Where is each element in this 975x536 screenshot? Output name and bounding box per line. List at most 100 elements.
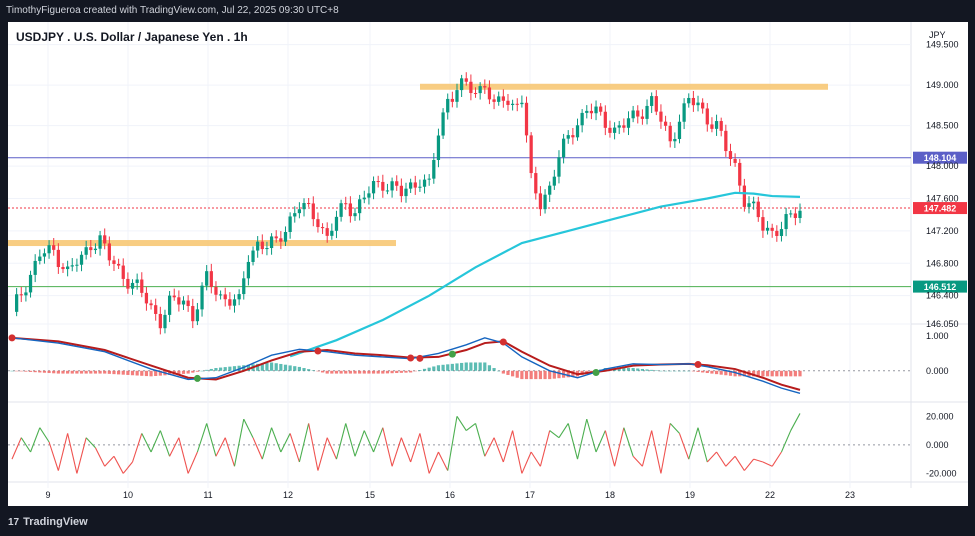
y-tick-label: 146.050: [926, 319, 959, 329]
osc-segment: [437, 451, 449, 471]
osc-segment: [57, 433, 69, 471]
candle-body: [427, 178, 431, 180]
candle-body: [42, 253, 47, 257]
y-tick-label: 147.200: [926, 226, 959, 236]
y-tick-label: 146.400: [926, 291, 959, 301]
candle-body: [84, 247, 88, 255]
macd-tick-label: 1.000: [926, 331, 949, 341]
osc-segment: [771, 451, 782, 467]
x-tick-label: 16: [445, 490, 455, 500]
osc-segment: [224, 437, 236, 467]
candle-body: [177, 297, 181, 305]
macd-histogram-bar: [793, 370, 797, 377]
macd-histogram-bar: [524, 370, 529, 380]
candle-body: [534, 173, 538, 194]
macd-histogram-bar: [70, 370, 74, 374]
candle-body: [599, 106, 603, 112]
candle-body: [789, 213, 793, 215]
candle-body: [24, 292, 28, 296]
y-tick-label: 148.000: [926, 161, 959, 171]
osc-tick-label: 0.000: [926, 440, 949, 450]
chart-svg[interactable]: 148.104147.482146.512 9 10 11 12 15 16 17 18 19 2…: [8, 22, 968, 506]
tradingview-icon: 17: [8, 517, 20, 528]
candle-body: [677, 121, 682, 139]
osc-segment: [289, 433, 300, 463]
macd-histogram-bar: [200, 370, 204, 372]
candle-body: [33, 260, 37, 275]
candle-body: [487, 87, 492, 100]
candle-body: [714, 121, 719, 129]
candle-body: [483, 86, 487, 88]
candle-body: [288, 216, 292, 232]
candle-body: [28, 274, 33, 293]
macd-histogram-bar: [770, 370, 774, 377]
macd-histogram-bar: [446, 364, 450, 371]
candle-body: [617, 125, 621, 128]
x-tick-label: 19: [685, 490, 695, 500]
candle-body: [93, 248, 98, 251]
macd-histogram-bar: [320, 370, 325, 373]
macd-histogram-bar: [492, 368, 496, 371]
candle-body: [422, 179, 427, 187]
candle-body: [441, 112, 445, 136]
macd-histogram-bar: [371, 370, 376, 374]
candle-body: [566, 135, 570, 139]
candle-body: [645, 105, 649, 119]
osc-segment: [141, 433, 152, 453]
macd-histogram-bar: [478, 362, 482, 371]
candle-body: [775, 230, 779, 236]
tradingview-logo: 17 TradingView: [8, 516, 88, 528]
macd-histogram-bar: [358, 370, 362, 374]
candle-body: [691, 97, 696, 106]
x-tick-label: 12: [283, 490, 293, 500]
candle-body: [543, 194, 547, 210]
macd-histogram-bar: [497, 370, 501, 372]
candle-body: [659, 111, 663, 122]
candle-body: [520, 102, 524, 105]
x-tick-label: 9: [45, 490, 50, 500]
macd-histogram-bar: [107, 370, 111, 374]
osc-segment: [734, 455, 745, 471]
chart-panel[interactable]: 148.104 147.482 146.512 9 10 11 12 15 16 17 18 19 2…: [8, 22, 968, 506]
osc-segment: [150, 430, 161, 453]
macd-histogram-bar: [19, 370, 23, 372]
osc-segment: [317, 437, 328, 471]
candle-body: [756, 201, 760, 218]
brand-text: TradingView: [23, 516, 88, 528]
candle-body: [608, 127, 612, 133]
macd-histogram-bar: [130, 370, 135, 376]
candle-body: [682, 103, 686, 122]
osc-segment: [762, 461, 773, 467]
candle-body: [66, 266, 70, 270]
osc-segment: [484, 437, 495, 457]
macd-histogram-bar: [798, 370, 802, 377]
candle-body: [687, 97, 691, 104]
candle-body: [116, 263, 121, 266]
candle-body: [594, 106, 598, 114]
ema-line: [289, 191, 801, 358]
candle-body: [15, 294, 19, 312]
candle-body: [103, 235, 107, 244]
candle-body: [524, 102, 529, 136]
candle-body: [56, 249, 60, 268]
candle-body: [371, 181, 376, 194]
candle-body: [510, 103, 515, 105]
candle-body: [293, 213, 297, 217]
candle-body: [223, 294, 227, 300]
candle-body: [724, 130, 728, 152]
macd-histogram-bar: [413, 370, 417, 372]
candle-body: [719, 121, 723, 131]
candle-body: [696, 102, 700, 106]
candle-body: [135, 279, 139, 283]
candle-body: [668, 125, 672, 142]
candle-body: [260, 241, 264, 250]
macd-histogram-bar: [557, 370, 561, 379]
macd-histogram-bar: [362, 370, 366, 374]
macd-histogram-bar: [483, 362, 487, 371]
macd-histogram-bar: [464, 362, 468, 371]
macd-histogram-bar: [283, 364, 288, 371]
macd-histogram-bar: [144, 370, 149, 377]
candle-body: [742, 185, 746, 207]
candle-body: [626, 118, 631, 128]
candle-body: [506, 100, 510, 105]
